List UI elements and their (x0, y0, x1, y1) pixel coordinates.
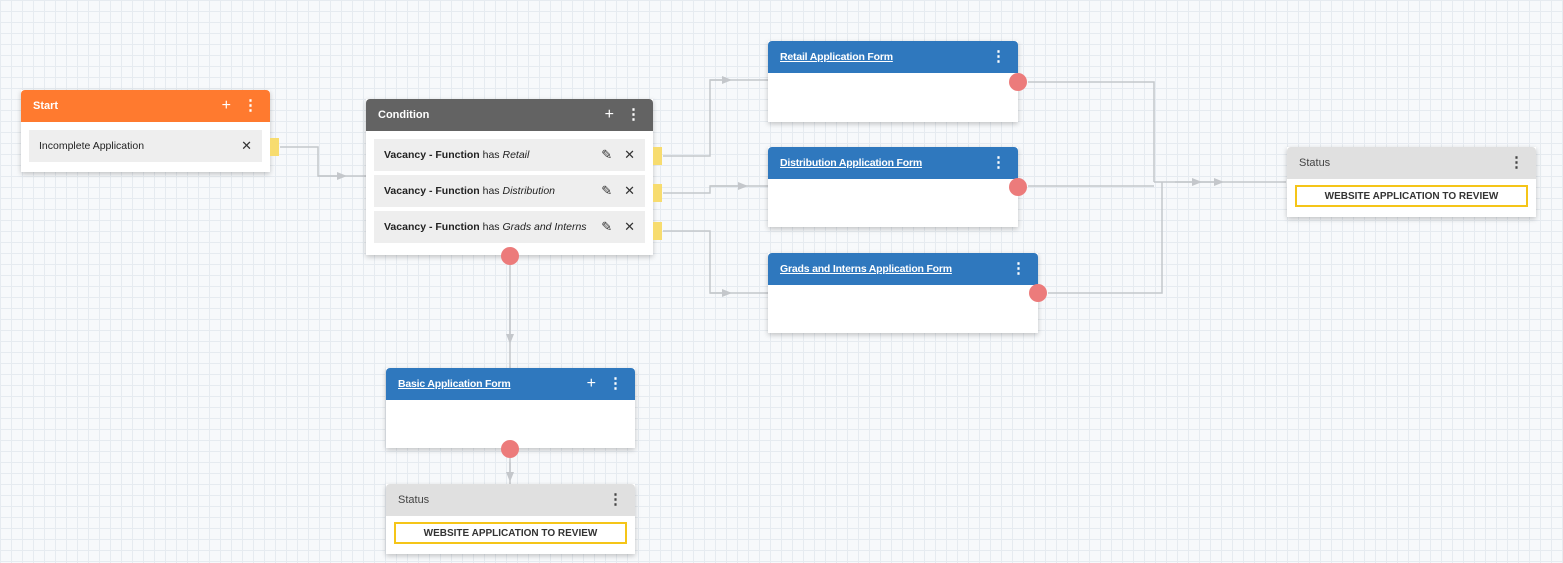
condition-text: Vacancy - Function has Retail (384, 149, 530, 161)
more-options-icon[interactable]: ⋮ (991, 155, 1006, 170)
retail-form-node[interactable]: Retail Application Form ⋮ (768, 41, 1027, 122)
status-badge[interactable]: WEBSITE APPLICATION TO REVIEW (394, 522, 627, 544)
status-title: Status (1299, 157, 1331, 169)
more-options-icon[interactable]: ⋮ (626, 107, 641, 122)
distribution-output-connector[interactable] (1009, 178, 1027, 196)
condition-title: Condition (378, 109, 430, 121)
start-node[interactable]: Start + ⋮ Incomplete Application ✕ (21, 90, 279, 172)
more-options-icon[interactable]: ⋮ (1509, 155, 1524, 170)
status-badge[interactable]: WEBSITE APPLICATION TO REVIEW (1295, 185, 1528, 207)
status-node-right[interactable]: Status ⋮ WEBSITE APPLICATION TO REVIEW (1287, 147, 1536, 217)
more-options-icon[interactable]: ⋮ (243, 98, 258, 113)
retail-output-connector[interactable] (1009, 73, 1027, 91)
condition-text: Vacancy - Function has Distribution (384, 185, 556, 197)
basic-output-connector[interactable] (501, 440, 519, 458)
start-header: Start + ⋮ (21, 90, 270, 122)
wire-retail-status (1028, 81, 1155, 182)
start-title: Start (33, 100, 59, 112)
grads-form-node[interactable]: Grads and Interns Application Form ⋮ (768, 253, 1047, 333)
basic-form-node[interactable]: Basic Application Form + ⋮ (386, 368, 635, 458)
edit-icon[interactable]: ✎ (601, 183, 612, 199)
edit-icon[interactable]: ✎ (601, 219, 612, 235)
close-icon[interactable]: ✕ (624, 183, 635, 199)
retail-form-link[interactable]: Retail Application Form (780, 51, 893, 63)
start-item[interactable]: Incomplete Application ✕ (29, 130, 262, 162)
more-options-icon[interactable]: ⋮ (608, 492, 623, 507)
condition-row[interactable]: Vacancy - Function has Grads and Interns… (374, 211, 645, 243)
condition-else-connector[interactable] (501, 247, 519, 265)
close-icon[interactable]: ✕ (624, 219, 635, 235)
wire-condition-retail (663, 79, 768, 157)
more-options-icon[interactable]: ⋮ (1011, 261, 1026, 276)
start-item-label: Incomplete Application (39, 140, 145, 152)
grads-form-link[interactable]: Grads and Interns Application Form (780, 263, 952, 275)
wire-start-condition (280, 146, 366, 177)
condition-node[interactable]: Condition + ⋮ Vacancy - Function has Ret… (366, 99, 662, 265)
condition-output-connector-retail[interactable] (653, 147, 662, 165)
add-icon[interactable]: + (605, 107, 614, 123)
condition-row[interactable]: Vacancy - Function has Distribution ✎ ✕ (374, 175, 645, 207)
edit-icon[interactable]: ✎ (601, 147, 612, 163)
condition-text: Vacancy - Function has Grads and Interns (384, 221, 587, 233)
grads-form-header: Grads and Interns Application Form ⋮ (768, 253, 1038, 285)
condition-row[interactable]: Vacancy - Function has Retail ✎ ✕ (374, 139, 645, 171)
wire-condition-distribution (663, 185, 768, 194)
basic-form-link[interactable]: Basic Application Form (398, 378, 511, 390)
basic-form-header: Basic Application Form + ⋮ (386, 368, 635, 400)
status-title: Status (398, 494, 430, 506)
wire-grads-status (1048, 182, 1163, 294)
condition-header: Condition + ⋮ (366, 99, 653, 131)
status-header: Status ⋮ (386, 484, 635, 516)
condition-output-connector-distribution[interactable] (653, 184, 662, 202)
close-icon[interactable]: ✕ (624, 147, 635, 163)
more-options-icon[interactable]: ⋮ (608, 376, 623, 391)
retail-form-header: Retail Application Form ⋮ (768, 41, 1018, 73)
wire-condition-grads (663, 230, 768, 294)
close-icon[interactable]: ✕ (241, 138, 252, 154)
status-header: Status ⋮ (1287, 147, 1536, 179)
distribution-form-header: Distribution Application Form ⋮ (768, 147, 1018, 179)
start-output-connector[interactable] (270, 138, 279, 156)
add-icon[interactable]: + (587, 376, 596, 392)
status-node-bottom[interactable]: Status ⋮ WEBSITE APPLICATION TO REVIEW (386, 484, 635, 554)
grads-output-connector[interactable] (1029, 284, 1047, 302)
condition-output-connector-grads[interactable] (653, 222, 662, 240)
distribution-form-node[interactable]: Distribution Application Form ⋮ (768, 147, 1027, 227)
distribution-form-link[interactable]: Distribution Application Form (780, 157, 922, 169)
add-icon[interactable]: + (222, 98, 231, 114)
more-options-icon[interactable]: ⋮ (991, 49, 1006, 64)
